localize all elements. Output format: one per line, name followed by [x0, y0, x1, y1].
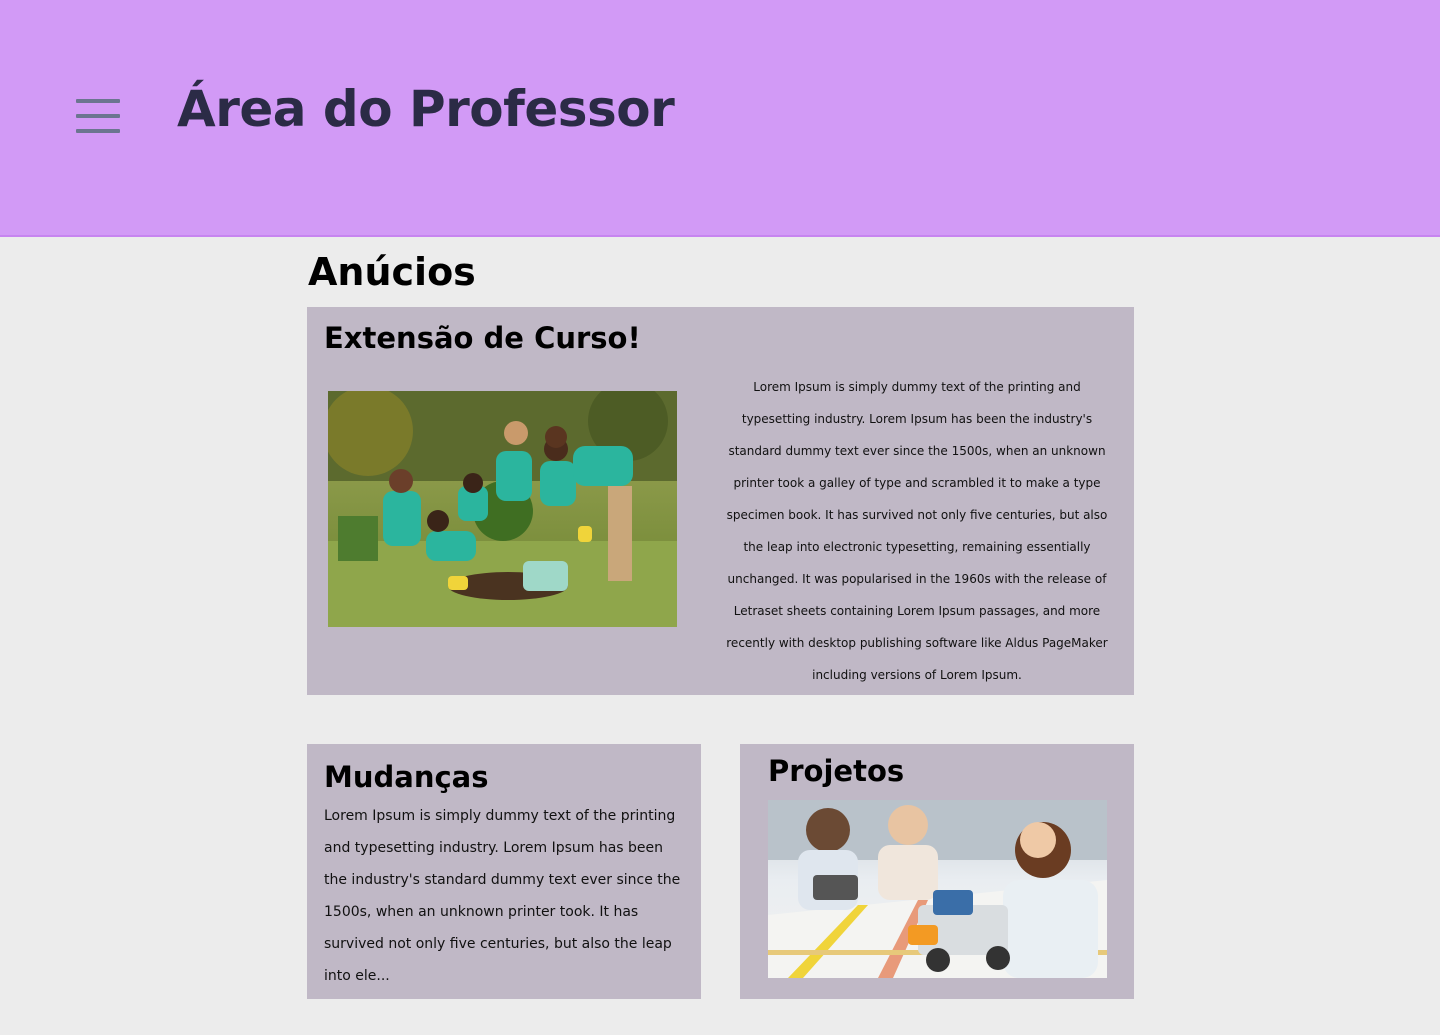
projects-card-title: Projetos	[768, 754, 905, 788]
featured-announcement-card[interactable]: Extensão de Curso! Lorem Ipsum is simply…	[307, 307, 1134, 695]
projects-card[interactable]: Projetos	[740, 744, 1134, 999]
announcements-title: Anúcios	[308, 250, 476, 294]
students-robotics-photo	[768, 800, 1107, 978]
hamburger-menu-icon[interactable]	[76, 99, 120, 135]
changes-card-title: Mudanças	[324, 760, 489, 794]
gardening-illustration	[328, 391, 677, 627]
menu-line	[76, 99, 120, 103]
students-gardening-photo	[328, 391, 677, 627]
robotics-illustration	[768, 800, 1107, 978]
menu-line	[76, 114, 120, 118]
page-title: Área do Professor	[177, 80, 675, 138]
changes-card[interactable]: Mudanças Lorem Ipsum is simply dummy tex…	[307, 744, 701, 999]
menu-line	[76, 129, 120, 133]
featured-card-text: Lorem Ipsum is simply dummy text of the …	[726, 380, 1108, 682]
top-header: Área do Professor	[0, 0, 1440, 237]
featured-card-title: Extensão de Curso!	[324, 321, 641, 355]
changes-card-text: Lorem Ipsum is simply dummy text of the …	[324, 808, 681, 984]
